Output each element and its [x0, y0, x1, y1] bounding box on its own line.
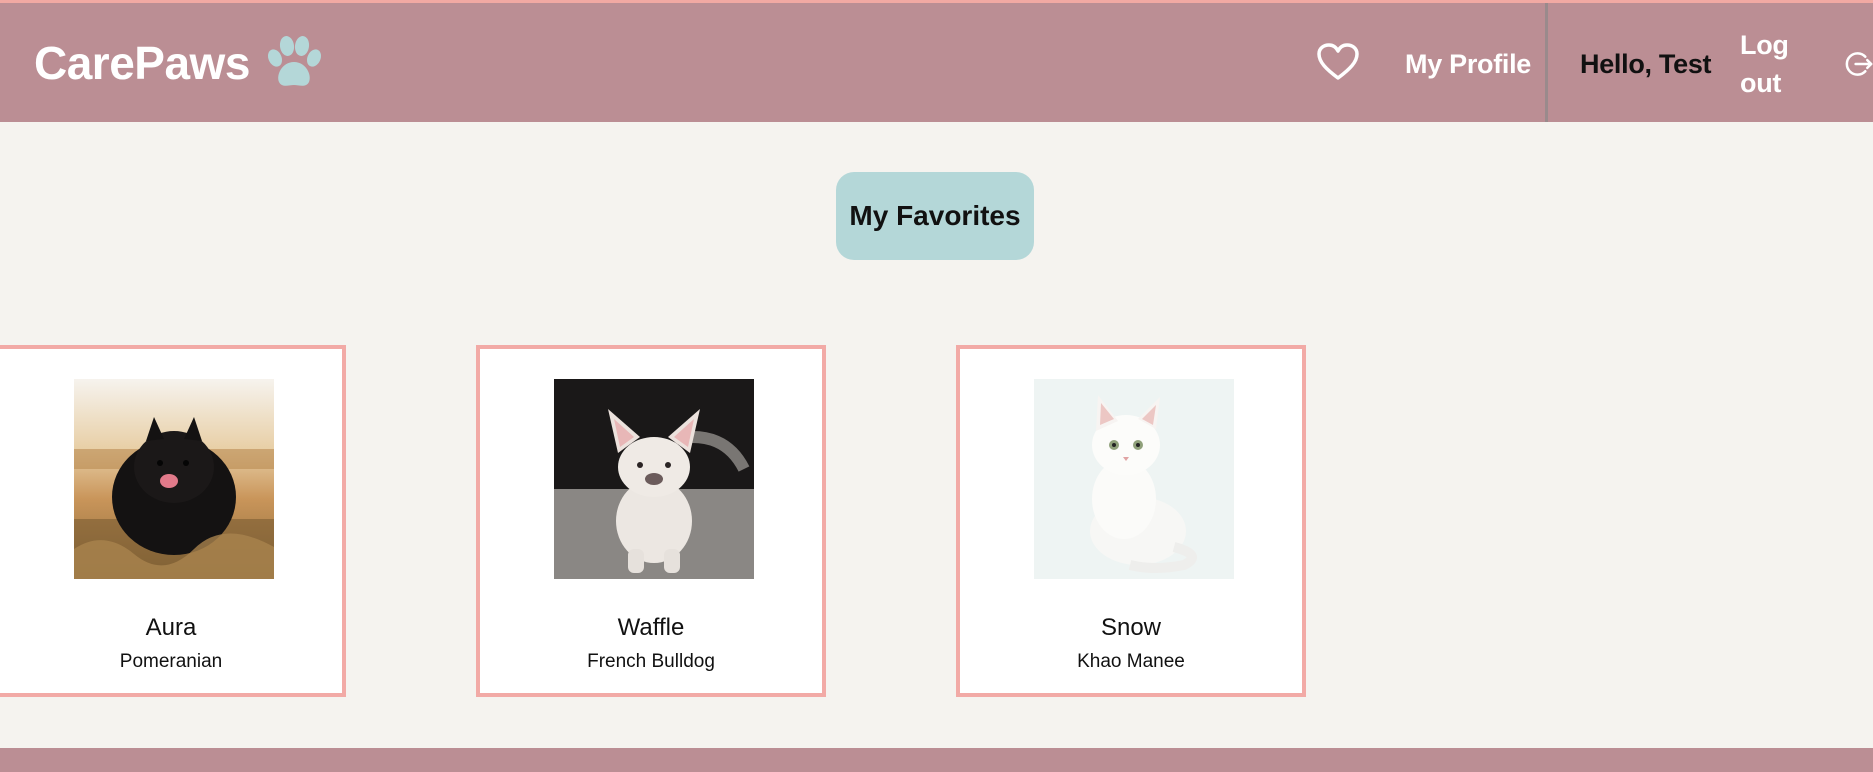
paw-icon: [267, 36, 321, 86]
black-pomeranian-photo: [74, 379, 274, 579]
white-cat-photo: [1034, 379, 1234, 579]
favorites-heart-icon[interactable]: [1316, 42, 1360, 82]
pet-card[interactable]: Aura Pomeranian: [0, 345, 346, 697]
footer-bar: [0, 748, 1873, 772]
my-favorites-heading: My Favorites: [836, 172, 1034, 260]
pet-card[interactable]: Snow Khao Manee: [956, 345, 1306, 697]
pet-breed: French Bulldog: [587, 651, 715, 672]
brand-name: CarePaws: [34, 37, 250, 89]
white-french-bulldog-photo: [554, 379, 754, 579]
logout-label: Log out: [1740, 30, 1789, 98]
pet-photo: [74, 379, 274, 579]
my-profile-link[interactable]: My Profile: [1405, 45, 1531, 83]
top-nav-bar: CarePaws My Profile Hello, Test Log out: [0, 3, 1873, 122]
brand-logo[interactable]: CarePaws: [34, 35, 324, 91]
pet-breed: Khao Manee: [1077, 651, 1185, 672]
pet-photo: [1034, 379, 1234, 579]
nav-divider: [1545, 3, 1548, 122]
pet-photo: [554, 379, 754, 579]
pet-breed: Pomeranian: [119, 651, 223, 672]
pet-card[interactable]: Waffle French Bulldog: [476, 345, 826, 697]
user-greeting: Hello, Test: [1580, 49, 1712, 79]
pet-name: Aura: [145, 614, 197, 641]
pet-name: Waffle: [617, 614, 685, 641]
logout-button[interactable]: Log out: [1740, 30, 1873, 98]
logout-icon: [1845, 52, 1873, 76]
pet-name: Snow: [1100, 614, 1162, 641]
